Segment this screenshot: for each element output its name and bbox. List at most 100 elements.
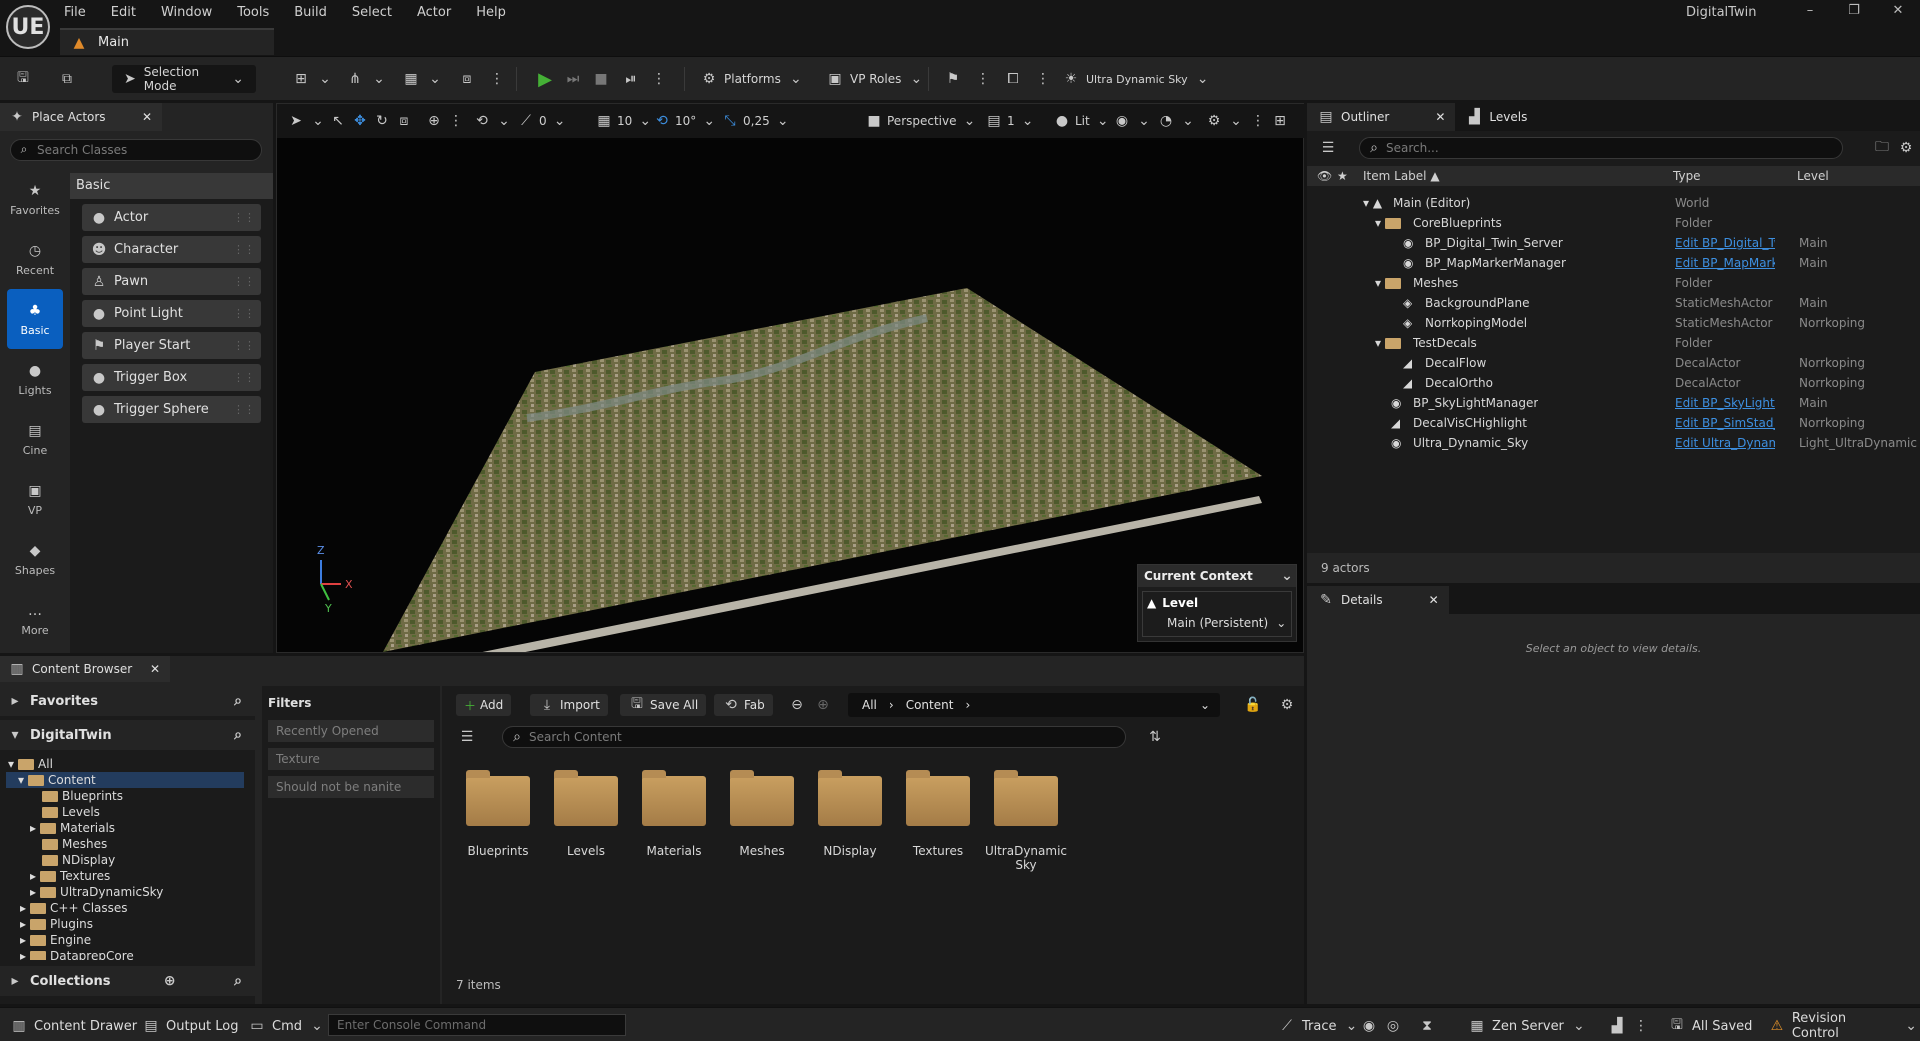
outliner-row[interactable]: ◉BP_SkyLightManagerEdit BP_SkyLightMaMai…: [1307, 393, 1920, 413]
trace-dropdown[interactable]: ⟋ Trace ⌄: [1278, 1016, 1361, 1036]
camera-speed-dropdown[interactable]: ▤ 1 ⌄: [985, 112, 1037, 130]
gear-icon[interactable]: ⚙: [1897, 139, 1915, 157]
play-button[interactable]: ▶: [536, 65, 554, 93]
search-icon[interactable]: ⌕: [229, 972, 247, 990]
more-options-icon[interactable]: ⋮: [1034, 65, 1052, 93]
record-icon[interactable]: ◉: [1360, 1016, 1378, 1036]
category-cine[interactable]: ▤ Cine: [0, 409, 70, 469]
outliner-row[interactable]: ▾ TestDecals Folder: [1307, 333, 1920, 353]
actor-item-point-light[interactable]: ● Point Light ⋮⋮: [82, 300, 261, 327]
close-tab-icon[interactable]: ✕: [142, 110, 152, 124]
play-options-icon[interactable]: ⋮: [650, 65, 668, 93]
edit-blueprint-link[interactable]: Edit Ultra_Dynamic_: [1675, 436, 1775, 450]
scale-snap-dropdown[interactable]: ⤡ 0,25 ⌄: [721, 112, 792, 130]
sort-icon[interactable]: ⇅: [1146, 728, 1164, 746]
outliner-row[interactable]: ◈ NorrkopingModel StaticMeshActor Norrkopin…: [1307, 313, 1920, 333]
favorites-section[interactable]: ▸ Favorites ⌕: [0, 686, 255, 716]
step-icon[interactable]: ⏭: [564, 65, 582, 93]
performance-dropdown[interactable]: ◔ ⌄: [1157, 112, 1197, 130]
outliner-search-input[interactable]: ⌕ Search...: [1359, 137, 1843, 159]
menu-help[interactable]: Help: [476, 5, 506, 20]
cinematics-icon[interactable]: ▦ ⌄: [402, 65, 444, 93]
breadcrumb-content[interactable]: Content: [906, 698, 954, 712]
scale-tool-icon[interactable]: ⧈: [395, 112, 413, 130]
column-level[interactable]: Level: [1797, 169, 1829, 183]
lock-icon[interactable]: 🔓: [1244, 696, 1262, 714]
browse-icon[interactable]: ⧉: [58, 65, 76, 93]
folder-tile[interactable]: UltraDynamic Sky: [984, 770, 1068, 872]
tree-node-ndisplay[interactable]: NDisplay: [42, 852, 115, 868]
project-section[interactable]: ▾ DigitalTwin ⌕: [0, 720, 255, 750]
vcam-icon[interactable]: ⧠: [1004, 65, 1022, 93]
place-actors-tab[interactable]: ✦ Place Actors ✕: [0, 103, 162, 131]
visibility-column-icon[interactable]: 👁: [1317, 169, 1332, 183]
back-icon[interactable]: ⊖: [788, 696, 806, 714]
level-viewport[interactable]: ➤ ⌄ ↖ ✥ ↻ ⧈ ⊕ ⋮ ⟲ ⌄ ⟋ 0 ⌄ ▦ 10 ⌄ ⟲ 10° ⌄ ⤡ 0,25 ⌄ ■…: [276, 103, 1305, 653]
actor-item-trigger-sphere[interactable]: ● Trigger Sphere ⋮⋮: [82, 396, 261, 423]
tab-details[interactable]: ✎ Details ✕: [1307, 586, 1449, 614]
tree-node-plugins[interactable]: ▸ Plugins: [20, 916, 93, 932]
fab-button[interactable]: ⟲ Fab: [714, 694, 773, 716]
tree-node-content[interactable]: ▾ Content: [6, 772, 244, 788]
add-actor-icon[interactable]: ⊞ ⌄: [292, 65, 334, 93]
folder-tile[interactable]: Textures: [896, 770, 980, 858]
camera-icon[interactable]: ◎: [1384, 1016, 1402, 1036]
current-context-header[interactable]: Current Context ⌄: [1138, 565, 1296, 587]
menu-file[interactable]: File: [64, 5, 86, 20]
tree-node-textures[interactable]: ▸ Textures: [30, 868, 110, 884]
world-space-icon[interactable]: ⊕ ⋮: [425, 112, 465, 130]
tree-node-blueprints[interactable]: Blueprints: [42, 788, 123, 804]
edit-blueprint-link[interactable]: Edit BP_MapMarker: [1675, 256, 1775, 270]
outliner-row[interactable]: ◢ DecalFlow DecalActor Norrkoping: [1307, 353, 1920, 373]
save-icon[interactable]: 🖫: [14, 65, 32, 93]
category-shapes[interactable]: ◆ Shapes: [0, 529, 70, 589]
edit-blueprint-link[interactable]: Edit BP_Digital_Twir: [1675, 236, 1775, 250]
folder-tile[interactable]: NDisplay: [808, 770, 892, 858]
cmd-dropdown[interactable]: ▭ Cmd ⌄: [248, 1016, 326, 1036]
filter-recently-opened[interactable]: Recently Opened: [268, 720, 434, 742]
menu-build[interactable]: Build: [294, 5, 327, 20]
tree-node-materials[interactable]: ▸ Materials: [30, 820, 115, 836]
tree-node-all[interactable]: ▾ All: [8, 756, 53, 772]
tab-outliner[interactable]: ▤ Outliner ✕: [1307, 103, 1456, 131]
search-icon[interactable]: ⌕: [229, 692, 247, 710]
viewport-options-icon[interactable]: ⋮: [1249, 112, 1267, 130]
rotate-tool-icon[interactable]: ↻: [373, 112, 391, 130]
search-classes-input[interactable]: ⌕ Search Classes: [10, 139, 262, 161]
tree-node-meshes[interactable]: Meshes: [42, 836, 107, 852]
more-options-icon[interactable]: ⋮: [488, 65, 506, 93]
forward-icon[interactable]: ⊕: [814, 696, 832, 714]
maximize-button[interactable]: ❐: [1832, 0, 1876, 22]
tab-levels[interactable]: ▟ Levels: [1455, 103, 1537, 131]
eject-icon[interactable]: ⏯: [622, 65, 640, 93]
more-options-icon[interactable]: ⋮: [974, 65, 992, 93]
move-tool-icon[interactable]: ✥: [351, 112, 369, 130]
save-all-button[interactable]: 🖫 Save All: [620, 694, 707, 716]
multiuser-icon[interactable]: ⚑: [944, 65, 962, 93]
ultra-dynamic-sky-dropdown[interactable]: ☀ Ultra Dynamic Sky ⌄: [1062, 65, 1212, 93]
filter-icon[interactable]: ☰: [458, 728, 476, 746]
menu-tools[interactable]: Tools: [237, 5, 269, 20]
outliner-row[interactable]: ◉Ultra_Dynamic_SkyEdit Ultra_Dynamic_Lig…: [1307, 433, 1920, 453]
actor-item-pawn[interactable]: ♙ Pawn ⋮⋮: [82, 268, 261, 295]
hourglass-icon[interactable]: ⧗: [1418, 1016, 1436, 1036]
outliner-row[interactable]: ◈ BackgroundPlane StaticMeshActor Main: [1307, 293, 1920, 313]
chevron-down-icon[interactable]: ⌄: [1200, 698, 1210, 712]
tree-node-levels[interactable]: Levels: [42, 804, 100, 820]
category-more[interactable]: … More: [0, 589, 70, 649]
collections-section[interactable]: ▸ Collections ⊕ ⌕: [0, 966, 255, 996]
category-lights[interactable]: ● Lights: [0, 349, 70, 409]
filter-icon[interactable]: ☰: [1319, 139, 1337, 157]
actor-item-character[interactable]: ☻ Character ⋮⋮: [82, 236, 261, 263]
tree-node-engine[interactable]: ▸ Engine: [20, 932, 91, 948]
content-drawer-button[interactable]: ▥ Content Drawer: [10, 1016, 137, 1036]
rotation-snap-dropdown[interactable]: ⟋ 0 ⌄: [517, 112, 569, 130]
vp-roles-dropdown[interactable]: ▣ VP Roles ⌄: [826, 65, 925, 93]
content-browser-tab[interactable]: ▥ Content Browser ✕: [0, 656, 170, 682]
folder-tile[interactable]: Blueprints: [456, 770, 540, 858]
context-level-dropdown[interactable]: Main (Persistent) ⌄: [1167, 616, 1287, 630]
show-flags-dropdown[interactable]: ◉ ⌄: [1113, 112, 1153, 130]
layout-icon[interactable]: ⊞: [1271, 112, 1289, 130]
close-tab-icon[interactable]: ✕: [150, 662, 160, 676]
category-basic[interactable]: ♣ Basic: [7, 289, 63, 349]
